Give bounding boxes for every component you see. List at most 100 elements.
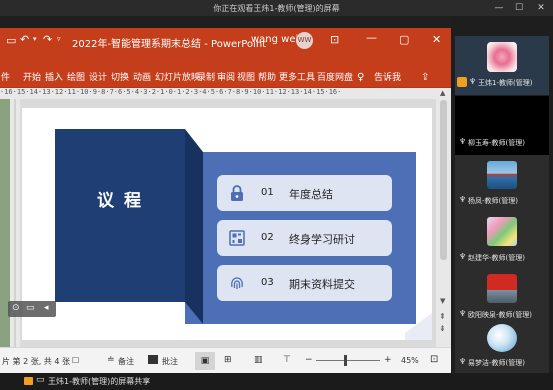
lock-icon: [231, 185, 243, 201]
participant-tile-3[interactable]: ♆ 杨凤-教师(管理): [455, 155, 549, 214]
redo-icon[interactable]: ↷: [43, 33, 52, 46]
accessibility-icon[interactable]: ☐: [72, 356, 79, 365]
slide-counter: 片 第 2 张, 共 4 张: [2, 357, 70, 366]
tab-transitions[interactable]: 切换: [110, 71, 130, 85]
zoom-out-icon[interactable]: −: [305, 355, 313, 365]
horizontal-ruler: ·16·15·14·13·12·11·10·9·8·7·6·5·4·3·2·1·…: [0, 88, 436, 99]
tab-view[interactable]: 视图: [236, 71, 256, 85]
save-icon[interactable]: ▭: [6, 34, 16, 47]
prev-slide-icon[interactable]: ⇞: [439, 312, 446, 321]
comments-button[interactable]: 批注: [162, 356, 178, 367]
undo-dropdown-icon[interactable]: ▾: [33, 35, 37, 43]
participant-name: 柳玉寿-教师(管理): [468, 139, 525, 147]
mic-icon: ♆: [459, 252, 467, 261]
undo-icon[interactable]: ↶: [20, 33, 29, 46]
scroll-up-icon[interactable]: ▲: [440, 89, 445, 97]
viewing-banner: 你正在观看王炜1-教师(管理)的屏幕: [213, 4, 340, 13]
participant-avatar: [487, 42, 517, 72]
maximize-icon[interactable]: ☐: [509, 1, 529, 15]
agenda-item-3[interactable]: 03 期末资料提交: [217, 265, 392, 301]
tab-more-tools[interactable]: 更多工具: [278, 71, 316, 85]
agenda-heading: 议 程: [97, 191, 143, 211]
participant-tile-6[interactable]: ♆ 易梦洁-教师(管理): [455, 320, 549, 373]
scroll-down-icon[interactable]: ▼: [440, 297, 445, 305]
close-app-icon[interactable]: ✕: [432, 33, 441, 46]
tab-file[interactable]: 件: [0, 71, 11, 85]
slides-icon[interactable]: ▭: [26, 303, 35, 313]
participant-name: 王炜1-教师(管理): [478, 79, 533, 87]
vertical-scrollbar[interactable]: ▲ ▼ ⇞ ⇟: [436, 88, 451, 347]
notes-button[interactable]: 备注: [118, 356, 134, 367]
comments-icon[interactable]: [148, 355, 158, 364]
slide-sorter-icon[interactable]: ⊞: [224, 355, 232, 365]
participant-tile-1[interactable]: ♆ 王炜1-教师(管理): [455, 36, 549, 95]
screen-share-icon: ▭: [36, 375, 45, 385]
agenda-label: 年度总结: [289, 188, 333, 201]
tab-draw[interactable]: 绘图: [66, 71, 86, 85]
close-icon[interactable]: ✕: [531, 1, 551, 15]
tab-review[interactable]: 审阅: [216, 71, 236, 85]
collapse-icon[interactable]: ◂: [44, 303, 49, 313]
shared-screen-top-gap: [0, 16, 451, 28]
user-name[interactable]: wang wei: [251, 34, 298, 45]
scroll-thumb[interactable]: [440, 100, 447, 260]
presenter-mini-toolbar[interactable]: ⊙ ▭ ◂: [8, 301, 56, 317]
mic-icon: ♆: [469, 77, 477, 86]
tab-record[interactable]: 录制: [196, 71, 216, 85]
host-icon: [24, 377, 33, 385]
fit-slide-icon[interactable]: ⊡: [430, 354, 438, 365]
agenda-number: 03: [261, 277, 274, 288]
share-icon[interactable]: ⇪: [420, 71, 430, 85]
tab-insert[interactable]: 插入: [44, 71, 64, 85]
reading-view-icon[interactable]: ▥: [254, 355, 263, 365]
mic-icon: ♆: [459, 195, 467, 204]
mic-icon: ♆: [459, 357, 467, 366]
agenda-number: 02: [261, 232, 274, 243]
participant-name: 杨凤-教师(管理): [468, 197, 518, 205]
mic-icon: ♆: [459, 137, 467, 146]
participant-name: 赵建华-教师(管理): [468, 254, 525, 262]
document-title: 2022年-智能管理系期末总结 - PowerPoint: [72, 39, 267, 50]
agenda-item-1[interactable]: 01 年度总结: [217, 175, 392, 211]
qr-icon: [229, 230, 245, 246]
participant-avatar: [487, 274, 517, 303]
notes-icon[interactable]: ≐: [107, 355, 115, 365]
agenda-label: 期末资料提交: [289, 278, 355, 291]
mic-icon: ♆: [459, 309, 467, 318]
participant-avatar: [487, 161, 517, 189]
agenda-number: 01: [261, 187, 274, 198]
tab-slideshow[interactable]: 幻灯片放映: [154, 71, 201, 85]
lightbulb-icon[interactable]: ♀: [356, 71, 365, 85]
fingerprint-icon: [231, 277, 243, 289]
participant-name: 欧阳映泉-教师(管理): [468, 311, 532, 319]
tab-animations[interactable]: 动画: [132, 71, 152, 85]
tab-help[interactable]: 帮助: [257, 71, 277, 85]
normal-view-icon[interactable]: ▣: [195, 352, 215, 370]
zoom-level[interactable]: 45%: [401, 356, 419, 365]
participant-tile-2[interactable]: ♆ 柳玉寿-教师(管理): [455, 96, 549, 155]
restore-app-icon[interactable]: ▢: [399, 33, 409, 46]
participant-avatar: [487, 217, 517, 246]
zoom-slider-thumb[interactable]: [344, 355, 347, 366]
zoom-in-icon[interactable]: +: [384, 355, 392, 365]
minimize-icon[interactable]: —: [489, 1, 509, 15]
next-slide-icon[interactable]: ⇟: [439, 324, 446, 333]
participant-tile-4[interactable]: ♆ 赵建华-教师(管理): [455, 212, 549, 271]
host-icon: [457, 77, 467, 87]
fold-shadow: [185, 129, 203, 324]
minimize-app-icon[interactable]: —: [366, 31, 377, 44]
participant-name: 易梦洁-教师(管理): [468, 359, 525, 367]
ribbon-display-icon[interactable]: ⊡: [330, 33, 339, 46]
zoom-slider[interactable]: [316, 360, 380, 361]
agenda-item-2[interactable]: 02 终身学习研讨: [217, 220, 392, 256]
tell-me-search[interactable]: 告诉我: [373, 71, 402, 85]
pointer-icon[interactable]: ⊙: [12, 303, 20, 313]
tab-design[interactable]: 设计: [88, 71, 108, 85]
customize-qat-icon[interactable]: ▿: [57, 35, 61, 43]
ribbon-tabs: 件 开始 插入 绘图 设计 切换 动画 幻灯片放映 录制 审阅 视图 帮助 更多…: [0, 55, 451, 88]
user-avatar[interactable]: WW: [296, 32, 313, 49]
slideshow-icon[interactable]: ⊤: [283, 355, 291, 365]
tab-home[interactable]: 开始: [22, 71, 42, 85]
screen-share-bar: ▭ 王炜1-教师(管理)的屏幕共享: [0, 373, 553, 390]
tab-baidu-netdisk[interactable]: 百度网盘: [316, 71, 354, 85]
